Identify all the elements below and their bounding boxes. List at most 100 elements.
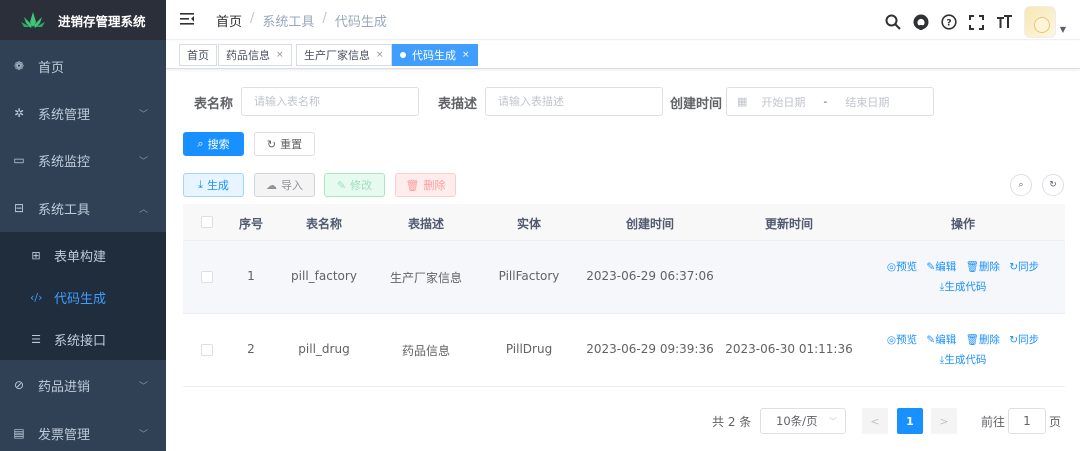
sidebar-item-home[interactable]: ❁ 首页: [0, 43, 166, 89]
table-desc-label: 表描述: [438, 97, 478, 112]
avatar[interactable]: [1023, 6, 1056, 38]
search-icon: ⌕: [1018, 180, 1024, 190]
tag-drug-info[interactable]: 药品信息 ×: [218, 44, 292, 66]
swagger-icon: ☰: [31, 332, 41, 346]
prev-page-button[interactable]: <: [862, 408, 888, 434]
sidebar-item-label: 代码生成: [54, 291, 107, 307]
preview-link[interactable]: ◎预览: [887, 334, 917, 346]
fullscreen-icon[interactable]: [968, 13, 986, 31]
edit-link[interactable]: ✎编辑: [926, 261, 956, 273]
sidebar-item-label: 系统监控: [38, 154, 91, 170]
column-header: 表描述: [407, 217, 444, 231]
sidebar-item-tool[interactable]: ⊟ 系统工具 ︿: [0, 185, 166, 231]
table-row[interactable]: 1 pill_factory 生产厂家信息 PillFactory 2023-0…: [183, 241, 1065, 314]
app-title: 进销存管理系统: [58, 13, 146, 29]
cell-create-time: 2023-06-29 06:37:06: [586, 269, 714, 283]
row-checkbox[interactable]: [201, 344, 213, 356]
edit-link[interactable]: ✎编辑: [926, 334, 956, 346]
sidebar-item-code-gen[interactable]: ‹/› 代码生成: [0, 276, 166, 318]
upload-icon: ☁: [266, 178, 277, 192]
table-desc-input[interactable]: [485, 87, 663, 116]
pager-page-unit: 页: [1049, 415, 1062, 429]
tag-label: 代码生成: [412, 49, 456, 62]
svg-text:?: ?: [946, 19, 951, 29]
pager-total: 共 2 条: [712, 415, 752, 429]
pager-goto-value: 1: [1023, 414, 1031, 428]
chevron-left-icon: <: [870, 414, 880, 428]
start-date-input[interactable]: 开始日期: [761, 94, 805, 110]
form-icon: ⊞: [31, 248, 41, 262]
date-range-picker[interactable]: ▦ 开始日期 - 结束日期: [726, 87, 934, 116]
cell-index: 1: [247, 269, 255, 283]
logo[interactable]: 进销存管理系统: [0, 0, 166, 40]
font-size-icon[interactable]: [996, 13, 1014, 31]
generate-button[interactable]: ⤓ 生成: [183, 173, 244, 197]
code-icon: ‹/›: [30, 290, 43, 304]
table-row[interactable]: 2 pill_drug 药品信息 PillDrug 2023-06-29 09:…: [183, 314, 1065, 387]
hamburger-icon[interactable]: [180, 12, 194, 26]
table-name-input[interactable]: [241, 87, 419, 116]
sidebar-item-system[interactable]: ✲ 系统管理 ﹀: [0, 90, 166, 136]
row-actions: ◎预览 ✎编辑 🗑删除 ↻同步 ⤓生成代码: [863, 330, 1063, 370]
sync-link[interactable]: ↻同步: [1009, 334, 1039, 346]
tag-factory-info[interactable]: 生产厂家信息 ×: [296, 44, 392, 66]
end-date-input[interactable]: 结束日期: [845, 94, 889, 110]
column-header: 创建时间: [625, 217, 674, 231]
delete-button-label: 删除: [423, 179, 446, 192]
tag-home[interactable]: 首页: [179, 44, 217, 66]
edit-icon: ✎: [336, 178, 347, 192]
sidebar-item-invoice[interactable]: ▤ 发票管理 ﹀: [0, 410, 166, 451]
tag-label: 生产厂家信息: [304, 49, 370, 62]
monitor-icon: ▭: [13, 153, 25, 167]
caret-down-icon[interactable]: ▼: [1060, 25, 1066, 34]
sidebar-item-label: 发票管理: [38, 427, 91, 443]
chevron-down-icon: ﹀: [138, 156, 148, 167]
preview-link[interactable]: ◎预览: [887, 261, 917, 273]
search-icon: ⌕: [197, 137, 204, 150]
tag-code-gen[interactable]: 代码生成 ×: [392, 44, 478, 66]
question-icon[interactable]: ?: [940, 13, 958, 31]
breadcrumb-home[interactable]: 首页: [216, 11, 242, 30]
search-icon[interactable]: [884, 13, 902, 31]
calendar-icon: ▦: [737, 95, 748, 108]
sidebar-item-monitor[interactable]: ▭ 系统监控 ﹀: [0, 137, 166, 183]
sync-link[interactable]: ↻同步: [1009, 261, 1039, 273]
close-icon[interactable]: ×: [376, 50, 384, 60]
close-icon[interactable]: ×: [276, 50, 284, 60]
pager-goto-input[interactable]: 1: [1008, 408, 1046, 434]
delete-link[interactable]: 🗑删除: [966, 334, 1000, 346]
trash-icon: 🗑: [405, 178, 420, 192]
delete-button[interactable]: 🗑 删除: [395, 173, 456, 197]
next-page-button[interactable]: >: [931, 408, 957, 434]
github-icon[interactable]: [912, 13, 930, 31]
chevron-down-icon: ﹀: [138, 429, 148, 440]
dashboard-icon: ❁: [13, 59, 25, 73]
row-checkbox[interactable]: [201, 271, 213, 283]
gen-code-link[interactable]: ⤓生成代码: [940, 354, 987, 366]
refresh-button[interactable]: ↻: [1042, 174, 1064, 196]
select-all-checkbox[interactable]: [201, 216, 213, 228]
import-button[interactable]: ☁ 导入: [254, 173, 315, 197]
chevron-right-icon: >: [939, 414, 949, 428]
active-dot-icon: [400, 52, 406, 58]
column-header: 操作: [950, 217, 975, 231]
reset-button[interactable]: ↻ 重置: [254, 132, 315, 156]
column-header: 表名称: [305, 217, 342, 231]
search-button[interactable]: ⌕ 搜索: [183, 132, 244, 156]
cell-table-desc: 生产厂家信息: [389, 271, 462, 285]
sidebar-item-form-build[interactable]: ⊞ 表单构建: [0, 234, 166, 276]
cell-update-time: 2023-06-30 01:11:36: [725, 342, 853, 356]
chevron-up-icon: ︿: [138, 204, 148, 215]
sidebar-item-label: 系统工具: [38, 202, 91, 218]
page-number-1[interactable]: 1: [897, 408, 923, 434]
cell-create-time: 2023-06-29 09:39:36: [586, 342, 714, 356]
sidebar-item-drug[interactable]: ⊘ 药品进销 ﹀: [0, 362, 166, 408]
page-size-select[interactable]: 10条/页 ﹀: [760, 408, 846, 434]
gen-code-link[interactable]: ⤓生成代码: [940, 281, 987, 293]
delete-link[interactable]: 🗑删除: [966, 261, 1000, 273]
edit-button[interactable]: ✎ 修改: [324, 173, 385, 197]
sidebar-item-api[interactable]: ☰ 系统接口: [0, 318, 166, 360]
toggle-search-button[interactable]: ⌕: [1010, 174, 1032, 196]
sidebar-item-label: 系统接口: [54, 333, 107, 349]
close-icon[interactable]: ×: [462, 50, 470, 60]
